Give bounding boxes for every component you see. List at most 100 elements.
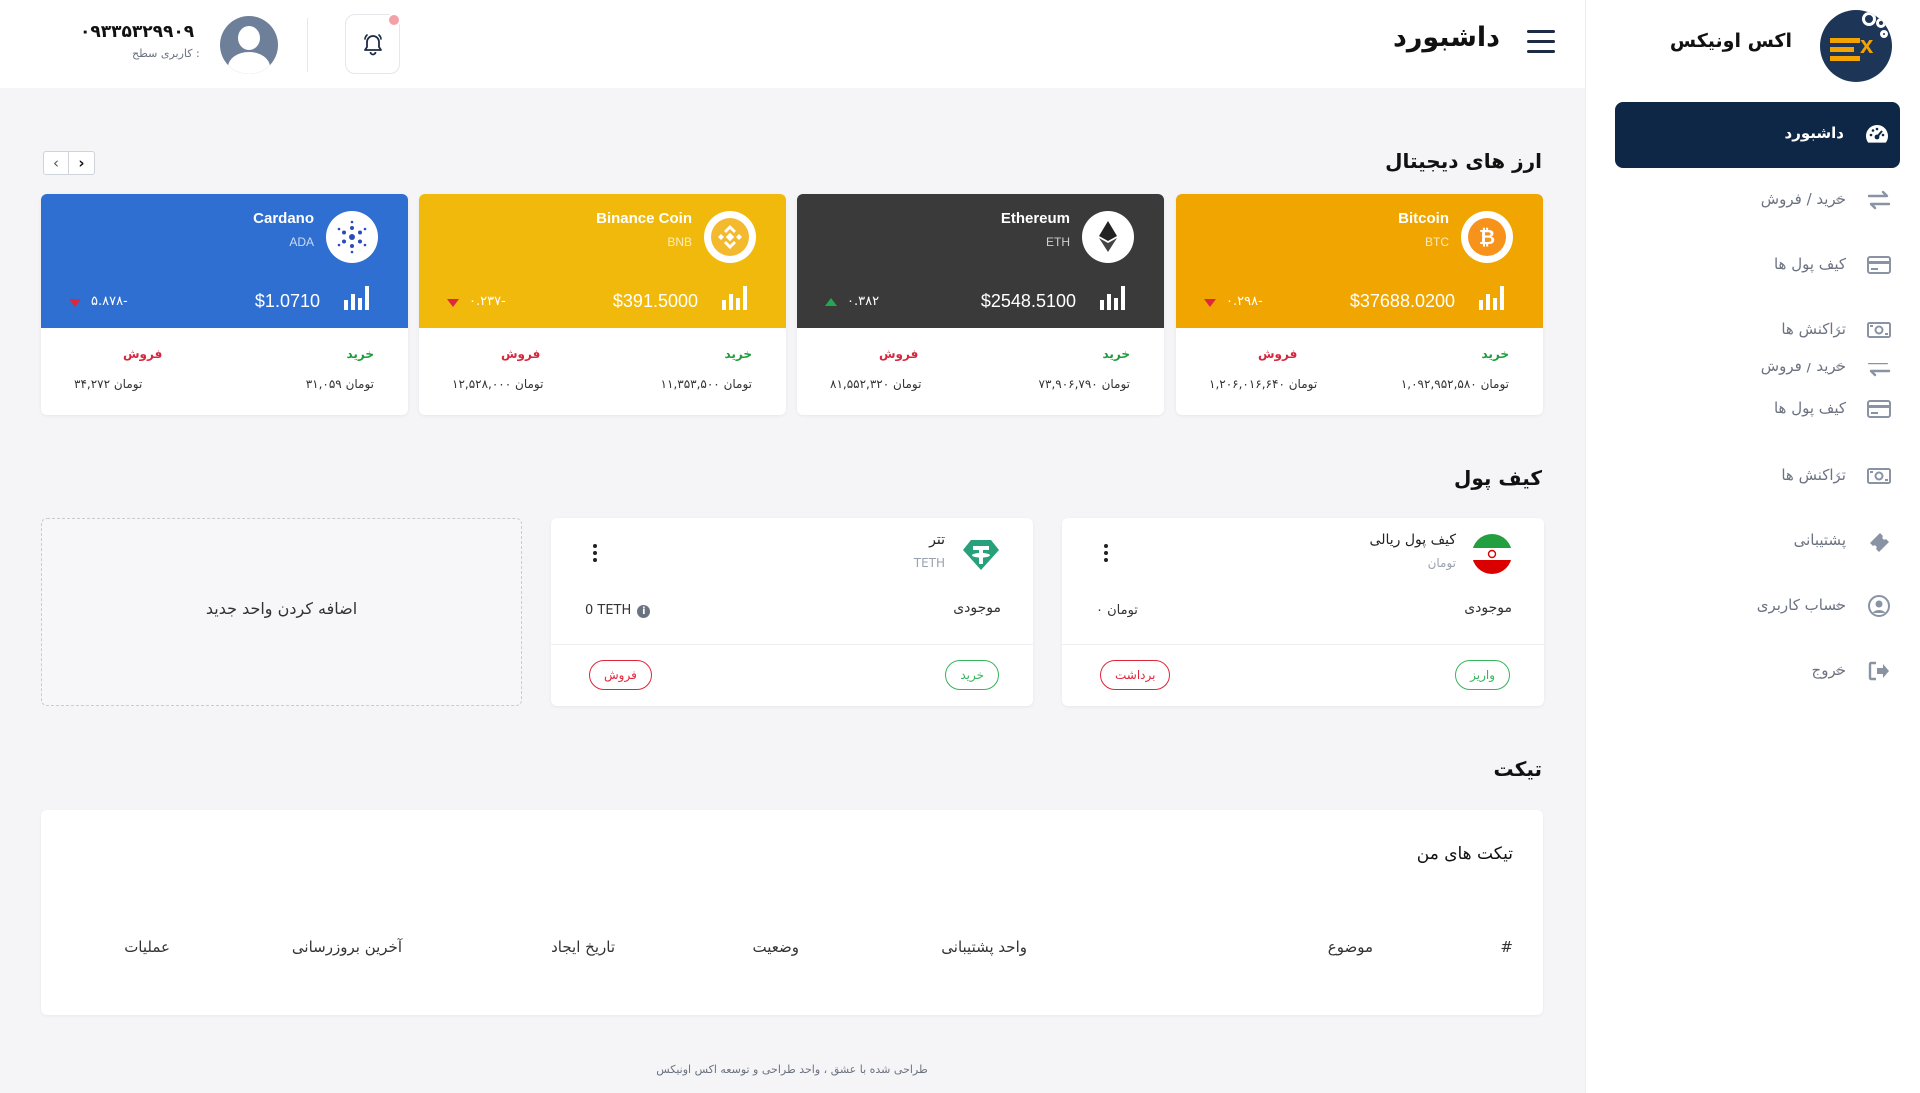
buy-price-label: خرید <box>1481 347 1509 361</box>
coin-card-bitcoin[interactable]: ₿ Bitcoin BTC $37688.0200 ۰.۲۹۸- خرید فر… <box>1176 194 1543 415</box>
chart-bars-icon <box>344 286 370 310</box>
table-header-cell: وضعیت <box>752 938 799 956</box>
coin-change: ۰.۲۹۸- <box>1226 294 1263 309</box>
trend-down-icon <box>447 299 459 307</box>
chevron-left-icon: ‹ <box>1835 190 1841 208</box>
wallet-card-rial: کیف پول ریالی تومان موجودی ۰ تومان واریز… <box>1062 518 1544 706</box>
trend-down-icon <box>1204 299 1216 307</box>
sidebar-item-label: کیف پول ها <box>1773 399 1846 417</box>
deposit-button[interactable]: واریز <box>1455 660 1510 690</box>
page-title: داشبورد <box>1392 22 1500 53</box>
divider <box>307 18 308 72</box>
sell-price: ۱,۲۰۶,۰۱۶,۶۴۰ تومان <box>1209 377 1318 391</box>
next-arrow-button[interactable]: › <box>69 152 94 174</box>
sidebar-item-label: داشبورد <box>1784 124 1844 142</box>
chevron-left-icon: ‹ <box>1835 596 1841 614</box>
menu-toggle-icon[interactable] <box>1527 30 1555 54</box>
user-level: کاربری سطح : <box>132 47 200 60</box>
sidebar-item-label: پشتیبانی <box>1793 531 1846 549</box>
sidebar-menu: داشبورد خرید / فروش ‹ کیف پول ها تراکنش … <box>1585 102 1920 704</box>
coin-card-ethereum[interactable]: Ethereum ETH $2548.5100 ۰.۳۸۲ خرید فروش … <box>797 194 1164 415</box>
sidebar-item-transactions-2[interactable]: تراکنش ها ‹ <box>1585 444 1920 509</box>
sidebar-item-account[interactable]: حساب کاربری ‹ <box>1585 574 1920 639</box>
more-vertical-icon[interactable] <box>593 544 599 566</box>
sidebar-item-support[interactable]: پشتیبانی <box>1585 509 1920 574</box>
sidebar: x اکس اونیکس داشبورد خرید / فروش ‹ کیف پ… <box>1585 0 1920 1093</box>
money-bill-icon <box>1866 464 1892 488</box>
logout-icon <box>1866 659 1892 683</box>
chart-bars-icon <box>1479 286 1505 310</box>
buy-button[interactable]: خرید <box>945 660 999 690</box>
sell-price-label: فروش <box>501 347 541 361</box>
buy-price: ۳۱,۰۵۹ تومان <box>305 377 374 391</box>
buy-price-label: خرید <box>346 347 374 361</box>
ethereum-icon <box>1082 211 1134 263</box>
coin-symbol: ETH <box>1046 235 1070 249</box>
sidebar-item-wallets-2[interactable]: کیف پول ها <box>1585 379 1920 444</box>
buy-price-label: خرید <box>724 347 752 361</box>
balance-value: ۰ تومان <box>1096 603 1138 618</box>
sell-price: ۸۱,۵۵۲,۳۲۰ تومان <box>830 377 922 391</box>
prev-arrow-button[interactable]: ‹ <box>44 152 69 174</box>
balance-value-wrap: 0 TETH i <box>585 603 651 618</box>
table-header-cell: آخرین بروزرسانی <box>291 938 402 956</box>
divider <box>551 644 1033 645</box>
tickets-card: تیکت های من # موضوع واحد پشتیبانی وضعیت … <box>41 810 1543 1015</box>
table-header-cell: # <box>1500 938 1513 956</box>
carousel-arrows: ‹ › <box>43 151 95 175</box>
wallet-card-tether: تتر TETH موجودی 0 TETH i خرید فروش <box>551 518 1033 706</box>
chevron-left-icon: ‹ <box>1835 466 1841 484</box>
info-icon[interactable]: i <box>637 605 651 618</box>
wallet-unit: TETH <box>913 556 945 570</box>
svg-text:₿: ₿ <box>1479 227 1495 249</box>
ticket-icon <box>1866 529 1892 553</box>
notifications-button[interactable] <box>345 13 401 74</box>
add-wallet-unit-button[interactable]: اضافه کردن واحد جدید <box>41 518 522 706</box>
coin-price: $391.5000 <box>612 291 698 311</box>
credit-card-icon <box>1866 253 1892 277</box>
sell-price-label: فروش <box>879 347 919 361</box>
table-header-cell: عملیات <box>124 938 170 956</box>
sidebar-item-buy-sell-2[interactable]: خرید / فروش ‹ <box>1585 363 1920 379</box>
sidebar-item-dashboard[interactable]: داشبورد <box>1615 102 1900 168</box>
sell-button[interactable]: فروش <box>589 660 652 690</box>
table-header-cell: واحد پشتیبانی <box>941 938 1027 956</box>
sidebar-item-buy-sell[interactable]: خرید / فروش ‹ <box>1585 168 1920 233</box>
coin-card-cardano[interactable]: Cardano ADA $1.0710 ۵.۸۷۸- خرید فروش ۳۱,… <box>41 194 408 415</box>
chevron-left-icon: ‹ <box>1835 661 1841 679</box>
table-header-cell: تاریخ ایجاد <box>551 938 615 956</box>
withdraw-button[interactable]: برداشت <box>1100 660 1171 690</box>
sidebar-item-label: کیف پول ها <box>1773 255 1846 273</box>
table-header-cell: موضوع <box>1327 938 1373 956</box>
chevron-left-icon: ‹ <box>1835 363 1841 375</box>
wallet-unit: تومان <box>1427 556 1456 570</box>
notification-dot <box>387 13 401 27</box>
divider <box>1062 644 1544 645</box>
more-vertical-icon[interactable] <box>1104 544 1110 566</box>
cardano-icon <box>326 211 378 263</box>
sell-price: ۱۲,۵۲۸,۰۰۰ تومان <box>452 377 544 391</box>
crypto-section-title: ارز های دیجیتال <box>1385 149 1542 173</box>
ticket-section-title: تیکت <box>1493 757 1542 781</box>
avatar[interactable] <box>220 16 278 74</box>
bitcoin-icon: ₿ <box>1461 211 1513 263</box>
sidebar-item-logout[interactable]: خروج ‹ <box>1585 639 1920 704</box>
chart-bars-icon <box>722 286 748 310</box>
bell-icon <box>364 34 382 56</box>
trend-down-icon <box>69 299 81 307</box>
sidebar-item-transactions[interactable]: تراکنش ها ‹ <box>1585 298 1920 363</box>
buy-price: ۱,۰۹۲,۹۵۲,۵۸۰ تومان <box>1400 377 1509 391</box>
sell-price: ۳۴,۲۷۲ تومان <box>74 377 143 391</box>
coin-price: $2548.5100 <box>980 291 1076 311</box>
coin-price: $37688.0200 <box>1349 291 1455 311</box>
balance-value: 0 TETH <box>585 603 632 618</box>
balance-label: موجودی <box>1464 600 1512 616</box>
brand[interactable]: x اکس اونیکس <box>1585 0 1920 88</box>
footer: طراحی شده با عشق ، واحد طراحی و توسعه اک… <box>656 1063 928 1076</box>
sidebar-item-wallets[interactable]: کیف پول ها <box>1585 233 1920 298</box>
coin-symbol: BTC <box>1425 235 1449 249</box>
money-bill-icon <box>1866 318 1892 342</box>
brand-name: اکس اونیکس <box>1669 30 1792 52</box>
coin-card-binance[interactable]: Binance Coin BNB $391.5000 ۰.۲۳۷- خرید ف… <box>419 194 786 415</box>
user-phone: ۰۹۳۳۵۳۲۹۹۰۹ <box>80 22 195 42</box>
